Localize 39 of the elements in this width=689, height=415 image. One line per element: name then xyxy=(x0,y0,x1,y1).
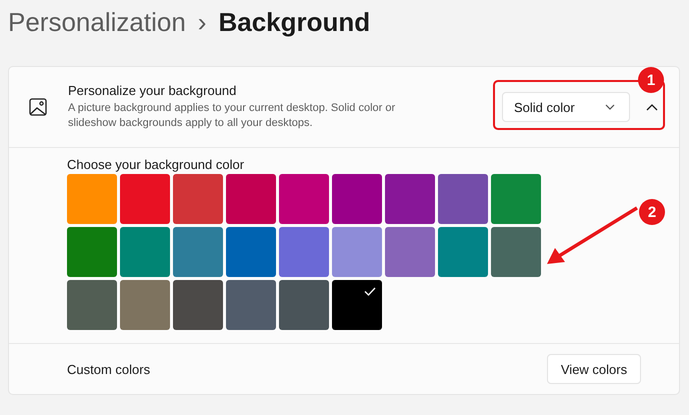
setting-title: Personalize your background xyxy=(68,83,238,98)
color-swatch[interactable] xyxy=(279,174,329,224)
color-swatch[interactable] xyxy=(67,174,117,224)
color-swatch[interactable] xyxy=(226,280,276,330)
setting-description: A picture background applies to your current desktop. Solid color or slideshow backgrounds apply to all your desktops. xyxy=(68,101,396,131)
color-swatch[interactable] xyxy=(491,174,541,224)
page-title: Background xyxy=(218,6,370,38)
color-swatch[interactable] xyxy=(120,174,170,224)
color-swatch[interactable] xyxy=(438,174,488,224)
custom-colors-label: Custom colors xyxy=(67,362,150,376)
color-swatch[interactable] xyxy=(226,227,276,277)
color-swatch[interactable] xyxy=(332,227,382,277)
chevron-down-icon xyxy=(605,104,615,110)
color-swatch[interactable] xyxy=(173,227,223,277)
color-swatch[interactable] xyxy=(385,227,435,277)
breadcrumb-parent[interactable]: Personalization xyxy=(8,6,186,38)
breadcrumb-separator: › xyxy=(198,6,206,38)
color-swatch[interactable] xyxy=(67,227,117,277)
picture-icon xyxy=(29,98,47,116)
view-colors-button[interactable]: View colors xyxy=(547,354,641,384)
color-swatch[interactable] xyxy=(120,280,170,330)
color-swatch[interactable] xyxy=(279,227,329,277)
color-swatch[interactable] xyxy=(120,227,170,277)
color-swatch[interactable] xyxy=(332,280,382,330)
background-type-dropdown[interactable]: Solid color xyxy=(502,92,630,122)
chevron-up-icon xyxy=(646,104,658,110)
callout-badge: 1 xyxy=(638,67,664,93)
color-swatch[interactable] xyxy=(173,280,223,330)
section-label: Choose your background color xyxy=(67,158,246,171)
callout-badge: 2 xyxy=(639,199,665,225)
color-swatch[interactable] xyxy=(385,174,435,224)
color-swatch[interactable] xyxy=(226,174,276,224)
color-swatch[interactable] xyxy=(438,227,488,277)
checkmark-icon xyxy=(364,287,376,296)
color-swatch[interactable] xyxy=(173,174,223,224)
color-swatch[interactable] xyxy=(67,280,117,330)
color-swatch[interactable] xyxy=(279,280,329,330)
color-swatch[interactable] xyxy=(491,227,541,277)
color-swatch[interactable] xyxy=(332,174,382,224)
